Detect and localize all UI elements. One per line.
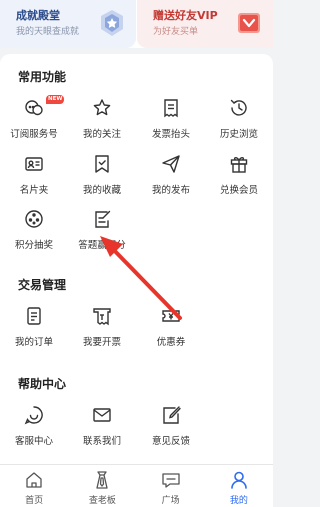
coupon-icon xyxy=(162,310,180,322)
customer-service-icon xyxy=(24,406,43,425)
my-collection-item[interactable]: 我的收藏 xyxy=(68,154,136,200)
card-holder-label: 名片夹 xyxy=(19,185,49,196)
history-item[interactable]: 历史浏览 xyxy=(205,98,273,144)
tab-home[interactable]: 首页 xyxy=(0,465,68,507)
tab-mine-label: 我的 xyxy=(229,496,248,506)
request-invoice-item[interactable]: 我要开票 xyxy=(68,306,136,352)
business-card-icon xyxy=(25,157,43,171)
tab-home-label: 首页 xyxy=(25,496,44,506)
home-icon xyxy=(26,472,42,488)
chat-bubbles-icon xyxy=(25,100,43,116)
my-follow-label: 我的关注 xyxy=(82,129,121,140)
quiz-points-item[interactable]: 答题赢积分 xyxy=(68,209,136,255)
quiz-icon xyxy=(95,210,111,228)
tab-square-label: 广场 xyxy=(161,496,180,506)
invoice-icon xyxy=(164,99,178,118)
my-orders-label: 我的订单 xyxy=(14,337,53,348)
history-icon xyxy=(230,99,247,116)
section-title-trade: 交易管理 xyxy=(18,278,67,292)
request-invoice-label: 我要开票 xyxy=(82,337,121,348)
square-icon xyxy=(161,473,180,488)
gift-icon xyxy=(230,157,248,173)
profile-icon xyxy=(231,471,247,489)
gift-vip-card[interactable]: 赠送好友VIP 为好友买单 xyxy=(137,0,273,48)
feedback-item[interactable]: 意见反馈 xyxy=(137,405,205,451)
history-label: 历史浏览 xyxy=(219,129,258,140)
boss-icon xyxy=(96,471,109,489)
points-lottery-item[interactable]: 积分抽奖 xyxy=(0,209,68,255)
achievement-card[interactable]: 成就殿堂 我的天眼查成就 xyxy=(0,0,136,48)
order-icon xyxy=(27,307,41,325)
collection-icon xyxy=(95,155,109,173)
section-title-help: 帮助中心 xyxy=(18,377,67,391)
top-cards: 成就殿堂 我的天眼查成就 赠送好友VIP 为好友买单 xyxy=(0,0,273,48)
customer-service-label: 客服中心 xyxy=(14,436,53,447)
invoice-request-icon xyxy=(93,308,111,326)
send-icon xyxy=(162,155,180,173)
coupon-label: 优惠券 xyxy=(156,337,186,348)
my-follow-item[interactable]: 我的关注 xyxy=(68,98,136,144)
my-publish-item[interactable]: 我的发布 xyxy=(137,154,205,200)
redeem-member-item[interactable]: 兑换会员 xyxy=(205,154,273,200)
subscribe-service-item[interactable]: NEW 订阅服务号 xyxy=(0,95,68,144)
new-badge: NEW xyxy=(46,95,65,104)
tab-boss-label: 查老板 xyxy=(88,496,116,506)
tab-mine[interactable]: 我的 xyxy=(205,465,273,507)
tab-square[interactable]: 广场 xyxy=(137,465,205,507)
vip-gift-icon xyxy=(238,13,260,33)
coupon-item[interactable]: 优惠券 xyxy=(137,306,205,352)
invoice-title-item[interactable]: 发票抬头 xyxy=(137,98,205,144)
card-holder-item[interactable]: 名片夹 xyxy=(0,154,68,200)
star-icon xyxy=(93,99,111,116)
feedback-icon xyxy=(163,406,181,424)
contact-us-label: 联系我们 xyxy=(82,436,121,447)
quiz-points-label: 答题赢积分 xyxy=(78,240,126,251)
my-collection-label: 我的收藏 xyxy=(82,185,121,196)
feedback-label: 意见反馈 xyxy=(151,436,190,447)
medal-icon xyxy=(101,10,123,36)
section-title-common: 常用功能 xyxy=(18,70,67,84)
mail-icon xyxy=(93,408,111,422)
my-orders-item[interactable]: 我的订单 xyxy=(0,306,68,352)
invoice-title-label: 发票抬头 xyxy=(151,129,190,140)
tab-boss[interactable]: 查老板 xyxy=(68,465,136,507)
my-publish-label: 我的发布 xyxy=(151,185,190,196)
lottery-icon xyxy=(25,210,43,228)
redeem-member-label: 兑换会员 xyxy=(219,185,258,196)
contact-us-item[interactable]: 联系我们 xyxy=(68,405,136,451)
points-lottery-label: 积分抽奖 xyxy=(14,240,53,251)
bottom-tab-bar: 首页 查老板 广场 我的 xyxy=(0,464,273,507)
subscribe-service-label: 订阅服务号 xyxy=(10,129,58,140)
customer-service-item[interactable]: 客服中心 xyxy=(0,405,68,451)
